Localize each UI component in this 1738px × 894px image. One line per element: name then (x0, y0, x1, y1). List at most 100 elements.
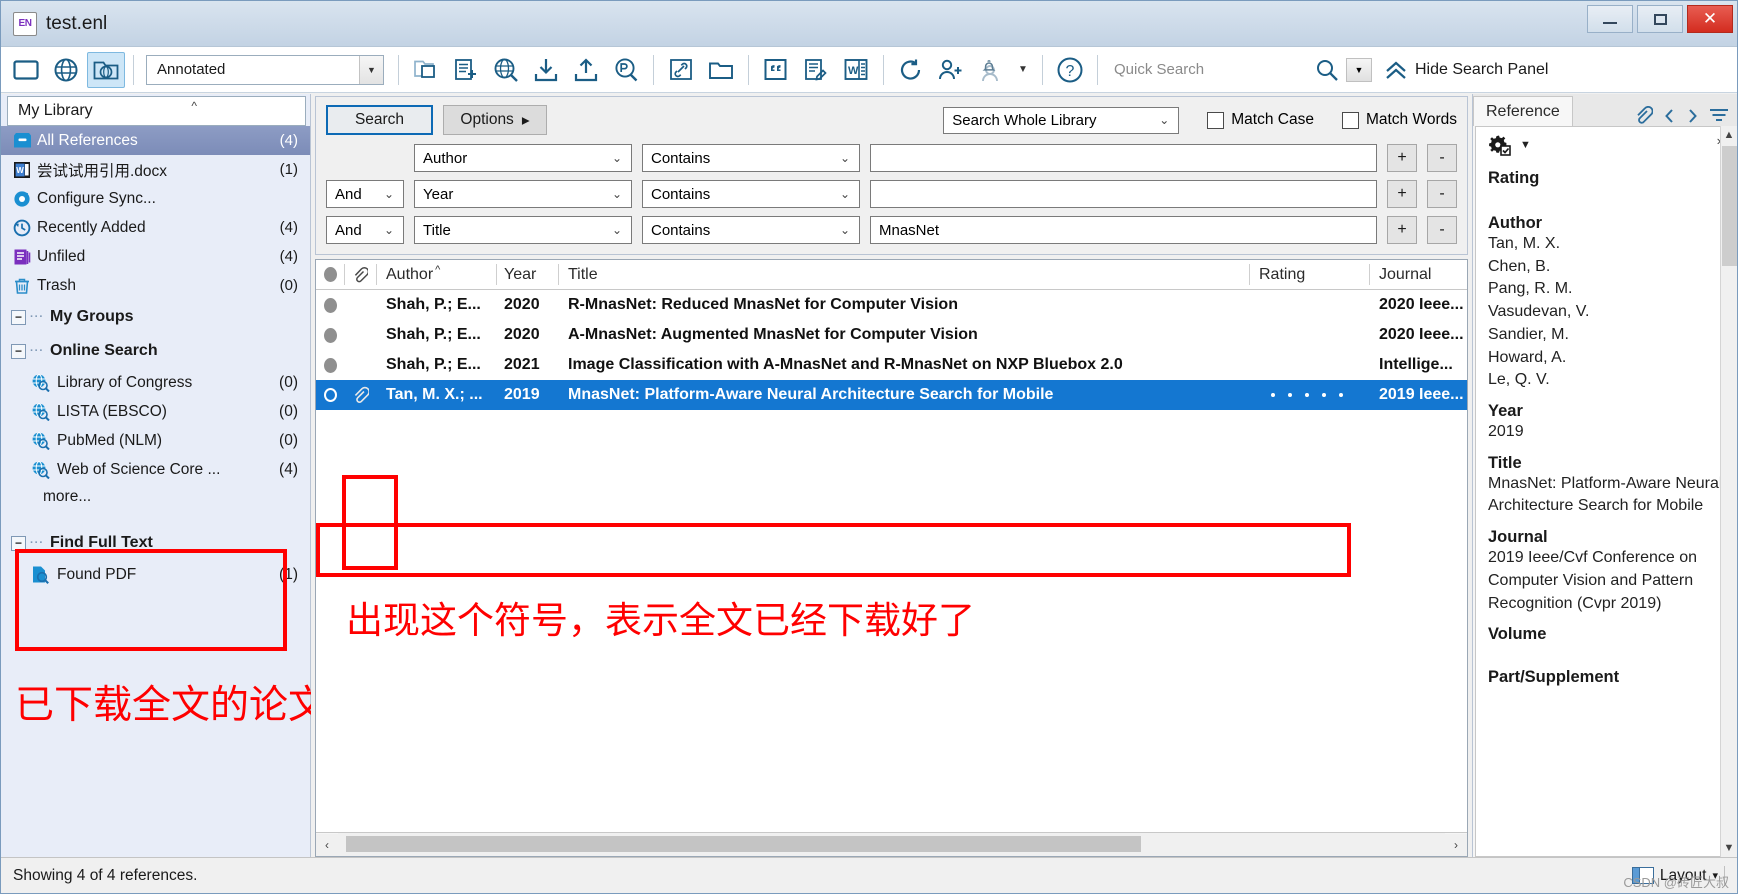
sidebar-group-online-search[interactable]: − ··· Online Search (1, 334, 310, 368)
table-row[interactable]: Shah, P.; E... 2020 A-MnasNet: Augmented… (316, 320, 1467, 350)
add-criteria-button[interactable]: + (1387, 180, 1417, 208)
import-icon[interactable] (527, 52, 565, 88)
sidebar-item-lista-ebsco[interactable]: LISTA (EBSCO) (0) (1, 397, 310, 426)
search-term-input[interactable]: MnasNet (870, 216, 1377, 244)
activity-feed-dropdown-icon[interactable]: ▼ (1012, 52, 1034, 88)
column-read-status[interactable] (316, 260, 344, 289)
sidebar-item-web-of-science[interactable]: Web of Science Core ... (4) (1, 455, 310, 484)
group-filter-select[interactable]: Annotated ▼ (146, 55, 384, 85)
scroll-up-icon[interactable]: ▲ (1724, 126, 1735, 144)
sidebar-item-all-references[interactable]: All References (4) (1, 126, 310, 155)
search-button[interactable]: Search (326, 105, 433, 135)
sidebar-group-my-groups[interactable]: − ··· My Groups (1, 300, 310, 334)
search-field-select[interactable]: Author ⌄ (414, 144, 632, 172)
detail-settings-button[interactable]: ▼ (1488, 133, 1724, 157)
maximize-button[interactable] (1637, 5, 1683, 33)
sidebar-item-library-of-congress[interactable]: Library of Congress (0) (1, 368, 310, 397)
search-icon[interactable] (1312, 52, 1342, 88)
edit-note-icon[interactable] (797, 52, 835, 88)
row-attachment[interactable] (344, 380, 376, 410)
column-attachment[interactable] (344, 260, 376, 289)
column-year[interactable]: Year (496, 260, 558, 289)
search-scope-select[interactable]: Search Whole Library ⌄ (943, 107, 1179, 134)
horizontal-scrollbar[interactable]: ‹ › (316, 832, 1467, 856)
search-operator-select[interactable]: Contains ⌄ (642, 144, 860, 172)
sidebar-more-link[interactable]: more... (1, 484, 310, 510)
boolean-operator-select[interactable]: And ⌄ (326, 180, 404, 208)
share-icon[interactable] (932, 52, 970, 88)
hide-search-panel-button[interactable]: Hide Search Panel (1384, 59, 1548, 81)
my-library-header[interactable]: My Library ^ (7, 96, 306, 126)
search-term-input[interactable] (870, 144, 1377, 172)
new-folder-icon[interactable] (7, 52, 45, 88)
quick-search-dropdown[interactable]: ▼ (1346, 58, 1372, 82)
scroll-right-icon[interactable]: › (1445, 834, 1467, 856)
collapse-icon[interactable]: − (11, 344, 26, 359)
online-search-mode-icon[interactable] (487, 52, 525, 88)
sync-icon[interactable] (892, 52, 930, 88)
add-criteria-button[interactable]: + (1387, 216, 1417, 244)
tab-reference[interactable]: Reference (1473, 96, 1573, 126)
options-button[interactable]: Options ▸ (443, 105, 547, 135)
column-rating[interactable]: Rating (1249, 260, 1369, 289)
search-field-select[interactable]: Year ⌄ (414, 180, 632, 208)
column-title[interactable]: Title (558, 260, 1249, 289)
quick-search-input[interactable]: Quick Search (1114, 61, 1310, 78)
local-library-icon[interactable] (87, 52, 125, 88)
scroll-down-icon[interactable]: ▼ (1724, 839, 1735, 857)
help-icon[interactable]: ? (1051, 52, 1089, 88)
filter-icon[interactable] (1709, 108, 1729, 124)
collapse-icon[interactable]: − (11, 310, 26, 325)
link-icon[interactable] (662, 52, 700, 88)
chevron-down-icon[interactable]: ▼ (1520, 139, 1531, 151)
new-reference-icon[interactable] (447, 52, 485, 88)
sidebar-item-recently-added[interactable]: Recently Added (4) (1, 213, 310, 242)
scroll-track[interactable] (338, 833, 1445, 856)
online-search-icon[interactable] (47, 52, 85, 88)
next-icon[interactable] (1686, 108, 1699, 124)
boolean-operator-select[interactable]: And ⌄ (326, 216, 404, 244)
checkbox-box[interactable] (1207, 112, 1224, 129)
minimize-button[interactable] (1587, 5, 1633, 33)
sidebar-item-word-doc[interactable]: W 尝试试用引用.docx (1) (1, 155, 310, 184)
sidebar-item-pubmed-nlm[interactable]: PubMed (NLM) (0) (1, 426, 310, 455)
scroll-thumb[interactable] (1722, 146, 1737, 266)
table-row-selected[interactable]: Tan, M. X.; ... 2019 MnasNet: Platform-A… (316, 380, 1467, 410)
row-read-status[interactable] (316, 320, 344, 350)
remove-criteria-button[interactable]: - (1427, 180, 1457, 208)
row-read-status[interactable] (316, 290, 344, 320)
remove-criteria-button[interactable]: - (1427, 216, 1457, 244)
search-operator-select[interactable]: Contains ⌄ (642, 216, 860, 244)
search-term-input[interactable] (870, 180, 1377, 208)
copy-reference-icon[interactable] (407, 52, 445, 88)
word-icon[interactable]: W (837, 52, 875, 88)
close-button[interactable]: ✕ (1687, 5, 1733, 33)
column-journal[interactable]: Journal (1369, 260, 1467, 289)
search-operator-select[interactable]: Contains ⌄ (642, 180, 860, 208)
chevron-down-icon[interactable]: ▼ (359, 56, 383, 84)
match-case-checkbox[interactable]: Match Case (1207, 111, 1314, 129)
match-words-checkbox[interactable]: Match Words (1342, 111, 1457, 129)
checkbox-box[interactable] (1342, 112, 1359, 129)
open-folder-icon[interactable] (702, 52, 740, 88)
export-icon[interactable] (567, 52, 605, 88)
sidebar-item-trash[interactable]: Trash (0) (1, 271, 310, 300)
row-read-status[interactable] (316, 350, 344, 380)
sidebar-item-configure-sync[interactable]: Configure Sync... (1, 184, 310, 213)
sidebar-item-unfiled[interactable]: Unfiled (4) (1, 242, 310, 271)
table-row[interactable]: Shah, P.; E... 2020 R-MnasNet: Reduced M… (316, 290, 1467, 320)
scroll-thumb[interactable] (346, 836, 1141, 852)
add-criteria-button[interactable]: + (1387, 144, 1417, 172)
attachment-icon[interactable] (1634, 106, 1653, 126)
activity-feed-icon[interactable] (972, 52, 1010, 88)
scroll-left-icon[interactable]: ‹ (316, 834, 338, 856)
table-row[interactable]: Shah, P.; E... 2021 Image Classification… (316, 350, 1467, 380)
column-author[interactable]: Author ^ (376, 260, 496, 289)
quote-icon[interactable] (757, 52, 795, 88)
row-read-status[interactable] (316, 380, 344, 410)
detail-vertical-scrollbar[interactable]: ▲ ▼ (1720, 126, 1737, 857)
prev-icon[interactable] (1663, 108, 1676, 124)
search-field-select[interactable]: Title ⌄ (414, 216, 632, 244)
find-full-text-icon[interactable] (607, 52, 645, 88)
remove-criteria-button[interactable]: - (1427, 144, 1457, 172)
